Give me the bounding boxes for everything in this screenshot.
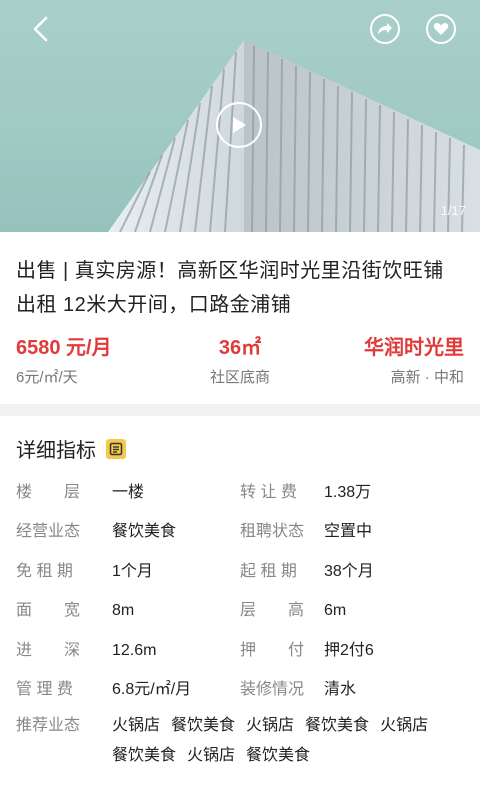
area-stat: 36㎡ 社区底商: [165, 334, 314, 404]
detail-value: 1个月: [112, 562, 153, 580]
image-counter: 1/17: [440, 203, 466, 218]
document-icon[interactable]: [106, 438, 126, 459]
chevron-left-icon: [33, 16, 48, 42]
business-tag: 火锅店: [187, 747, 236, 765]
area-value: 36㎡: [218, 337, 262, 359]
details-header: 详细指标: [16, 434, 464, 463]
detail-value: 12.6m: [112, 641, 157, 659]
community-name[interactable]: 华润时光里: [364, 334, 464, 362]
detail-value: 餐饮美食: [112, 523, 177, 541]
detail-label: 免 租 期: [16, 562, 73, 580]
play-icon: [233, 117, 246, 133]
detail-label: 经营业态: [16, 523, 81, 541]
details-grid: 楼 层 一楼 转 让 费 1.38万 经营业态 餐饮美食 租聘状态 空置中 免 …: [16, 473, 464, 709]
detail-label: 装修情况: [240, 681, 305, 699]
business-tag: 餐饮美食: [112, 747, 177, 765]
shop-type: 社区底商: [209, 369, 270, 386]
location-stat[interactable]: 华润时光里 高新 · 中和: [315, 334, 464, 404]
detail-label: 转 让 费: [240, 484, 297, 501]
recommended-business: 推荐业态 火锅店 餐饮美食 火锅店 餐饮美食 火锅店 餐饮美食 火锅店 餐饮美食: [16, 711, 464, 771]
details-section: 详细指标 楼 层 一楼 转 让 费 1.38万 经营业态 餐饮美食 租聘状态 空…: [0, 416, 480, 771]
detail-label: 层 高: [240, 602, 305, 620]
detail-value: 38个月: [324, 562, 374, 580]
listing-title: 出售 | 真实房源！高新区华润时光里沿街饮旺铺出租 12米大开间，口路金浦铺: [16, 260, 444, 316]
business-tag: 餐饮美食: [246, 747, 311, 765]
business-tag: 餐饮美食: [171, 717, 236, 735]
detail-value: 空置中: [324, 523, 373, 541]
business-tag: 餐饮美食: [305, 717, 370, 735]
business-tag: 火锅店: [112, 717, 161, 735]
recommend-label: 推荐业态: [16, 717, 81, 735]
rent-unit-price: 6元/㎡/天: [16, 369, 78, 386]
recommend-tags: 火锅店 餐饮美食 火锅店 餐饮美食 火锅店 餐饮美食 火锅店 餐饮美食: [112, 711, 464, 771]
detail-label: 起 租 期: [240, 562, 297, 580]
hero-image[interactable]: 1/17: [0, 0, 480, 232]
favorite-button[interactable]: [426, 14, 456, 44]
play-video-button[interactable]: [216, 102, 262, 148]
detail-label: 押 付: [240, 641, 305, 659]
section-divider: [0, 404, 480, 416]
detail-label: 楼 层: [16, 484, 81, 501]
district: 高新 · 中和: [390, 369, 464, 386]
share-button[interactable]: [370, 14, 400, 44]
business-tag: 火锅店: [380, 717, 429, 735]
detail-value: 清水: [324, 681, 357, 699]
detail-value: 一楼: [112, 484, 145, 501]
heart-icon: [433, 22, 449, 35]
detail-value: 1.38万: [324, 484, 372, 501]
detail-label: 面 宽: [16, 602, 81, 620]
rent-price: 6580 元/月: [16, 337, 112, 359]
detail-value: 6m: [324, 602, 347, 620]
details-heading: 详细指标: [16, 440, 96, 462]
detail-label: 管 理 费: [16, 681, 73, 699]
detail-label: 进 深: [16, 641, 81, 659]
detail-value: 8m: [112, 602, 135, 620]
business-tag: 火锅店: [246, 717, 295, 735]
key-stats: 6580 元/月 6元/㎡/天 36㎡ 社区底商 华润时光里 高新 · 中和: [0, 322, 480, 404]
share-icon: [378, 23, 392, 35]
rent-stat: 6580 元/月 6元/㎡/天: [16, 334, 165, 404]
detail-value: 押2付6: [324, 641, 374, 659]
back-button[interactable]: [26, 14, 56, 44]
detail-value: 6.8元/㎡/月: [112, 681, 192, 699]
detail-label: 租聘状态: [240, 523, 305, 541]
